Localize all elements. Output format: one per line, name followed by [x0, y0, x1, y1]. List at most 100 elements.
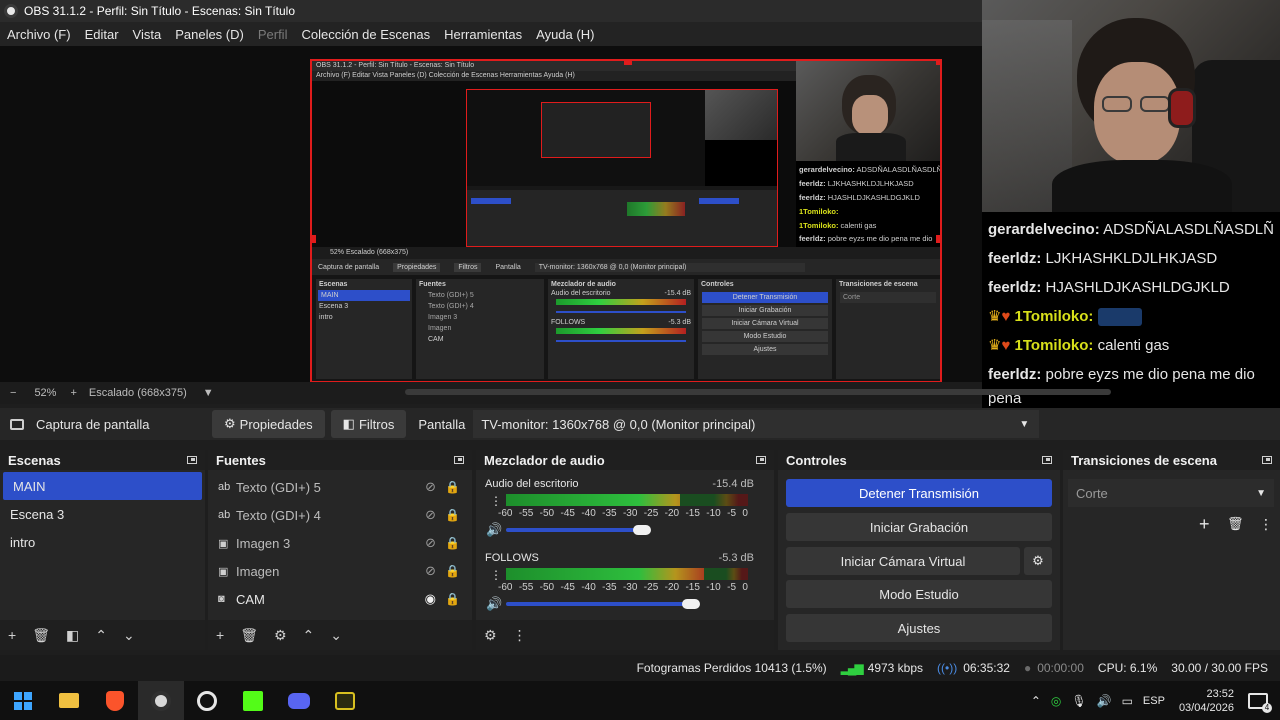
eye-hidden-icon[interactable]: ⊘	[425, 535, 436, 551]
undock-icon[interactable]	[756, 456, 766, 464]
eye-hidden-icon[interactable]: ⊘	[425, 479, 436, 495]
preview-canvas[interactable]: OBS 31.1.2 - Perfil: Sin Título - Escena…	[310, 59, 942, 383]
preview-scrollbar[interactable]	[405, 389, 1111, 395]
lock-icon[interactable]: 🔒	[445, 592, 460, 606]
mini-chat: gerardelvecino: ADSDÑALASDLÑASDLÑA feerl…	[796, 161, 940, 257]
tray-sync-icon[interactable]: ◎	[1051, 694, 1061, 708]
properties-button[interactable]: ⚙ Propiedades	[212, 410, 325, 438]
monitor-select[interactable]: TV-monitor: 1360x768 @ 0,0 (Monitor prin…	[473, 410, 1040, 438]
kick-app-icon[interactable]	[230, 681, 276, 720]
clock[interactable]: 23:52 03/04/2026	[1179, 687, 1234, 715]
discord-icon[interactable]	[276, 681, 322, 720]
add-source-button[interactable]: +	[216, 627, 224, 643]
zoom-out-button[interactable]: −	[10, 387, 16, 399]
studio-mode-button[interactable]: Modo Estudio	[786, 580, 1052, 608]
network-icon[interactable]: ▭	[1122, 694, 1133, 708]
transitions-dock: Transiciones de escena Corte ▼ + 🗑 ⋮	[1063, 450, 1280, 650]
undock-icon[interactable]	[1042, 456, 1052, 464]
eye-visible-icon[interactable]: ◉	[425, 591, 436, 607]
zoom-in-button[interactable]: +	[70, 387, 76, 399]
remove-scene-button[interactable]: 🗑	[32, 627, 50, 644]
resize-handle-top[interactable]	[624, 61, 632, 65]
move-down-button[interactable]: ⌄	[123, 627, 135, 644]
brave-browser-icon[interactable]	[92, 681, 138, 720]
volume-slider[interactable]	[506, 602, 691, 606]
scenes-title: Escenas	[8, 452, 61, 468]
filters-button[interactable]: ◧ Filtros	[330, 410, 407, 438]
lock-icon[interactable]: 🔒	[445, 480, 460, 494]
lock-icon[interactable]: 🔒	[445, 508, 460, 522]
volume-slider-handle[interactable]	[682, 599, 700, 609]
clock-app-icon[interactable]	[184, 681, 230, 720]
settings-button[interactable]: Ajustes	[786, 614, 1052, 642]
volume-slider-handle[interactable]	[633, 525, 651, 535]
undock-icon[interactable]	[187, 456, 197, 464]
chat-message: feerldz: pobre eyzs me dio pena me dio	[988, 366, 1255, 383]
speaker-icon[interactable]: 🔊	[486, 522, 502, 538]
transition-select[interactable]: Corte ▼	[1068, 479, 1274, 507]
eye-hidden-icon[interactable]: ⊘	[425, 507, 436, 523]
text-icon: ab	[218, 481, 231, 493]
start-virtual-camera-button[interactable]: Iniciar Cámara Virtual	[786, 547, 1020, 575]
channel-menu-icon[interactable]: ⋮	[490, 568, 502, 582]
lock-icon[interactable]: 🔒	[445, 564, 460, 578]
menu-herramientas[interactable]: Herramientas	[437, 27, 529, 42]
transition-menu-icon[interactable]: ⋮	[1259, 516, 1273, 533]
move-up-button[interactable]: ⌃	[95, 627, 107, 644]
source-item[interactable]: ◙ CAM ◉ 🔒	[208, 585, 472, 613]
volume-icon[interactable]: 🔊	[1097, 694, 1112, 708]
channel-name: FOLLOWS	[485, 552, 539, 564]
source-move-up-button[interactable]: ⌃	[303, 627, 315, 644]
mixer-settings-icon[interactable]: ⚙	[484, 627, 497, 644]
controls-title: Controles	[786, 452, 847, 468]
start-recording-button[interactable]: Iniciar Grabación	[786, 513, 1052, 541]
scene-item-main[interactable]: MAIN	[3, 472, 202, 500]
channel-db: -15.4 dB	[712, 478, 754, 490]
remove-transition-button[interactable]: 🗑	[1227, 516, 1244, 532]
add-transition-button[interactable]: +	[1199, 514, 1210, 535]
notification-icon[interactable]: 4	[1248, 692, 1272, 713]
source-item[interactable]: ab Texto (GDI+) 5 ⊘ 🔒	[208, 473, 472, 501]
image-icon: ▣	[218, 537, 229, 550]
menu-vista[interactable]: Vista	[126, 27, 169, 42]
game-app-icon[interactable]	[322, 681, 368, 720]
remove-source-button[interactable]: 🗑	[240, 627, 258, 644]
language-indicator[interactable]: ESP	[1143, 695, 1165, 707]
microphone-icon[interactable]: 🎙	[1071, 694, 1086, 708]
menu-paneles[interactable]: Paneles (D)	[168, 27, 251, 42]
stop-streaming-button[interactable]: Detener Transmisión	[786, 479, 1052, 507]
resize-handle-left[interactable]	[312, 235, 316, 243]
undock-icon[interactable]	[454, 456, 464, 464]
source-move-down-button[interactable]: ⌄	[330, 627, 342, 644]
windows-start-icon[interactable]	[0, 681, 46, 720]
virtual-camera-settings-gear-icon[interactable]: ⚙	[1024, 547, 1052, 575]
menu-editar[interactable]: Editar	[78, 27, 126, 42]
lock-icon[interactable]: 🔒	[445, 536, 460, 550]
mini-source-bar: Captura de pantalla Propiedades Filtros …	[312, 259, 940, 275]
scale-dropdown-icon[interactable]: ▼	[203, 387, 214, 399]
speaker-icon[interactable]: 🔊	[486, 596, 502, 612]
tray-chevron-up-icon[interactable]: ⌃	[1031, 694, 1041, 708]
menu-perfil[interactable]: Perfil	[251, 27, 295, 42]
source-properties-button[interactable]: ⚙	[274, 627, 287, 644]
volume-slider[interactable]	[506, 528, 642, 532]
chevron-down-icon: ▼	[1256, 487, 1266, 499]
menu-coleccion-escenas[interactable]: Colección de Escenas	[294, 27, 437, 42]
resize-handle-right[interactable]	[936, 235, 940, 243]
source-item[interactable]: ▣ Imagen ⊘ 🔒	[208, 557, 472, 585]
scene-item-escena-3[interactable]: Escena 3	[0, 500, 205, 528]
source-item[interactable]: ▣ Imagen 3 ⊘ 🔒	[208, 529, 472, 557]
channel-menu-icon[interactable]: ⋮	[490, 494, 502, 508]
eye-hidden-icon[interactable]: ⊘	[425, 563, 436, 579]
mixer-menu-icon[interactable]: ⋮	[513, 627, 527, 644]
undock-icon[interactable]	[1262, 456, 1272, 464]
source-item[interactable]: ab Texto (GDI+) 4 ⊘ 🔒	[208, 501, 472, 529]
menu-ayuda[interactable]: Ayuda (H)	[529, 27, 601, 42]
file-explorer-icon[interactable]	[46, 681, 92, 720]
scene-item-intro[interactable]: intro	[0, 528, 205, 556]
obs-icon[interactable]	[138, 681, 184, 720]
menu-archivo[interactable]: Archivo (F)	[0, 27, 78, 42]
add-scene-button[interactable]: +	[8, 627, 16, 643]
scene-filters-button[interactable]: ◧	[66, 627, 79, 644]
resize-handle-top-right[interactable]	[936, 61, 940, 65]
